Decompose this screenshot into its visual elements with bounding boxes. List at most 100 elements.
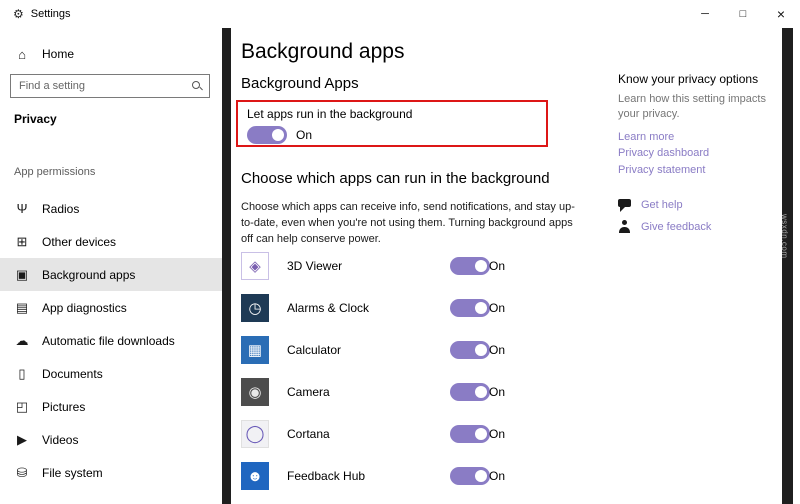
app-toggle-state: On [489,385,505,399]
page-scrollbar[interactable] [782,28,793,504]
sidebar-item-label: App diagnostics [42,301,127,315]
privacy-statement-link[interactable]: Privacy statement [618,162,780,179]
sidebar-item-label: File system [42,466,103,480]
videos-icon: ▶ [14,432,30,448]
master-toggle-label: Let apps run in the background [247,107,537,121]
app-name: Calculator [287,343,341,357]
app-row-camera: ◉ Camera On [241,371,571,413]
sidebar-item-label: Radios [42,202,79,216]
maximize-icon: □ [740,8,747,20]
search-input[interactable] [10,74,210,98]
app-name: Camera [287,385,330,399]
sidebar-item-background-apps[interactable]: ▣ Background apps [0,258,222,291]
radios-icon: Ψ [14,201,30,216]
alarms-clock-toggle[interactable] [450,299,490,317]
home-label: Home [42,47,74,61]
cortana-app-icon: ◯ [241,420,269,448]
close-icon: × [777,6,785,22]
master-toggle[interactable] [247,126,287,144]
file-system-icon: ⛁ [14,465,30,481]
app-toggle-state: On [489,259,505,273]
privacy-options-description: Learn how this setting impacts your priv… [618,92,776,123]
app-toggle-state: On [489,469,505,483]
cortana-toggle[interactable] [450,425,490,443]
feedback-hub-app-icon: ☻ [241,462,269,490]
minimize-icon: ─ [701,8,709,20]
get-help-link[interactable]: Get help [641,199,683,211]
documents-icon: ▯ [14,366,30,382]
chat-bubble-icon [618,198,631,211]
search-icon[interactable] [192,81,203,92]
app-name: 3D Viewer [287,259,342,273]
background-apps-section-title: Background Apps [241,75,359,92]
maximize-button[interactable]: □ [724,0,762,28]
pictures-icon: ◰ [14,399,30,415]
app-list: ◈ 3D Viewer On ◷ Alarms & Clock On ▦ Cal… [241,245,571,497]
other-devices-icon: ⊞ [14,234,30,250]
app-row-cortana: ◯ Cortana On [241,413,571,455]
minimize-button[interactable]: ─ [686,0,724,28]
sidebar-nav-list: Ψ Radios ⊞ Other devices ▣ Background ap… [0,192,222,489]
privacy-dashboard-link[interactable]: Privacy dashboard [618,145,780,162]
person-icon [618,220,631,233]
app-name: Feedback Hub [287,469,365,483]
feedback-hub-toggle[interactable] [450,467,490,485]
titlebar-app-identity: ⚙ Settings [13,0,71,28]
sidebar-item-label: Documents [42,367,103,381]
sidebar-item-label: Other devices [42,235,116,249]
learn-more-link[interactable]: Learn more [618,129,780,146]
give-feedback-row[interactable]: Give feedback [618,220,780,233]
sidebar-item-other-devices[interactable]: ⊞ Other devices [0,225,222,258]
app-row-3d-viewer: ◈ 3D Viewer On [241,245,571,287]
calculator-app-icon: ▦ [241,336,269,364]
app-name: Alarms & Clock [287,301,369,315]
window-title: Settings [31,8,71,20]
choose-apps-description: Choose which apps can receive info, send… [241,200,586,248]
choose-apps-title: Choose which apps can run in the backgro… [241,170,550,187]
sidebar-content-divider [222,28,231,504]
sidebar-item-home[interactable]: ⌂ Home [0,38,222,70]
sidebar-item-label: Automatic file downloads [42,334,175,348]
app-row-feedback-hub: ☻ Feedback Hub On [241,455,571,497]
master-toggle-state: On [296,128,312,142]
camera-app-icon: ◉ [241,378,269,406]
camera-toggle[interactable] [450,383,490,401]
calculator-toggle[interactable] [450,341,490,359]
master-toggle-row: On [247,126,537,144]
sidebar-item-label: Background apps [42,268,135,282]
window-controls: ─ □ × [686,0,800,28]
sidebar-item-documents[interactable]: ▯ Documents [0,357,222,390]
sidebar-item-radios[interactable]: Ψ Radios [0,192,222,225]
settings-gear-icon: ⚙ [13,7,24,21]
sidebar-section-title: Privacy [14,112,57,126]
cloud-download-icon: ☁ [14,333,30,349]
close-button[interactable]: × [762,0,800,28]
titlebar: ⚙ Settings ─ □ × [0,0,800,28]
sidebar-item-file-system[interactable]: ⛁ File system [0,456,222,489]
sidebar-item-automatic-file-downloads[interactable]: ☁ Automatic file downloads [0,324,222,357]
app-toggle-state: On [489,301,505,315]
3d-viewer-toggle[interactable] [450,257,490,275]
sidebar-item-label: Pictures [42,400,85,414]
home-icon: ⌂ [14,47,30,62]
app-diagnostics-icon: ▤ [14,300,30,316]
page-title: Background apps [241,40,404,64]
get-help-row[interactable]: Get help [618,198,780,211]
app-toggle-state: On [489,343,505,357]
3d-viewer-app-icon: ◈ [241,252,269,280]
sidebar-item-app-diagnostics[interactable]: ▤ App diagnostics [0,291,222,324]
sidebar-item-pictures[interactable]: ◰ Pictures [0,390,222,423]
app-row-calculator: ▦ Calculator On [241,329,571,371]
sidebar-group-label: App permissions [14,166,95,178]
red-highlight-box: Let apps run in the background On [236,100,548,147]
privacy-options-panel: Know your privacy options Learn how this… [618,72,780,233]
sidebar-item-videos[interactable]: ▶ Videos [0,423,222,456]
settings-sidebar: ⌂ Home Privacy App permissions Ψ Radios … [0,28,222,504]
give-feedback-link[interactable]: Give feedback [641,221,711,233]
privacy-options-title: Know your privacy options [618,72,780,86]
background-apps-icon: ▣ [14,267,30,283]
setting-search [10,74,210,98]
sidebar-item-label: Videos [42,433,78,447]
app-name: Cortana [287,427,330,441]
app-row-alarms-clock: ◷ Alarms & Clock On [241,287,571,329]
